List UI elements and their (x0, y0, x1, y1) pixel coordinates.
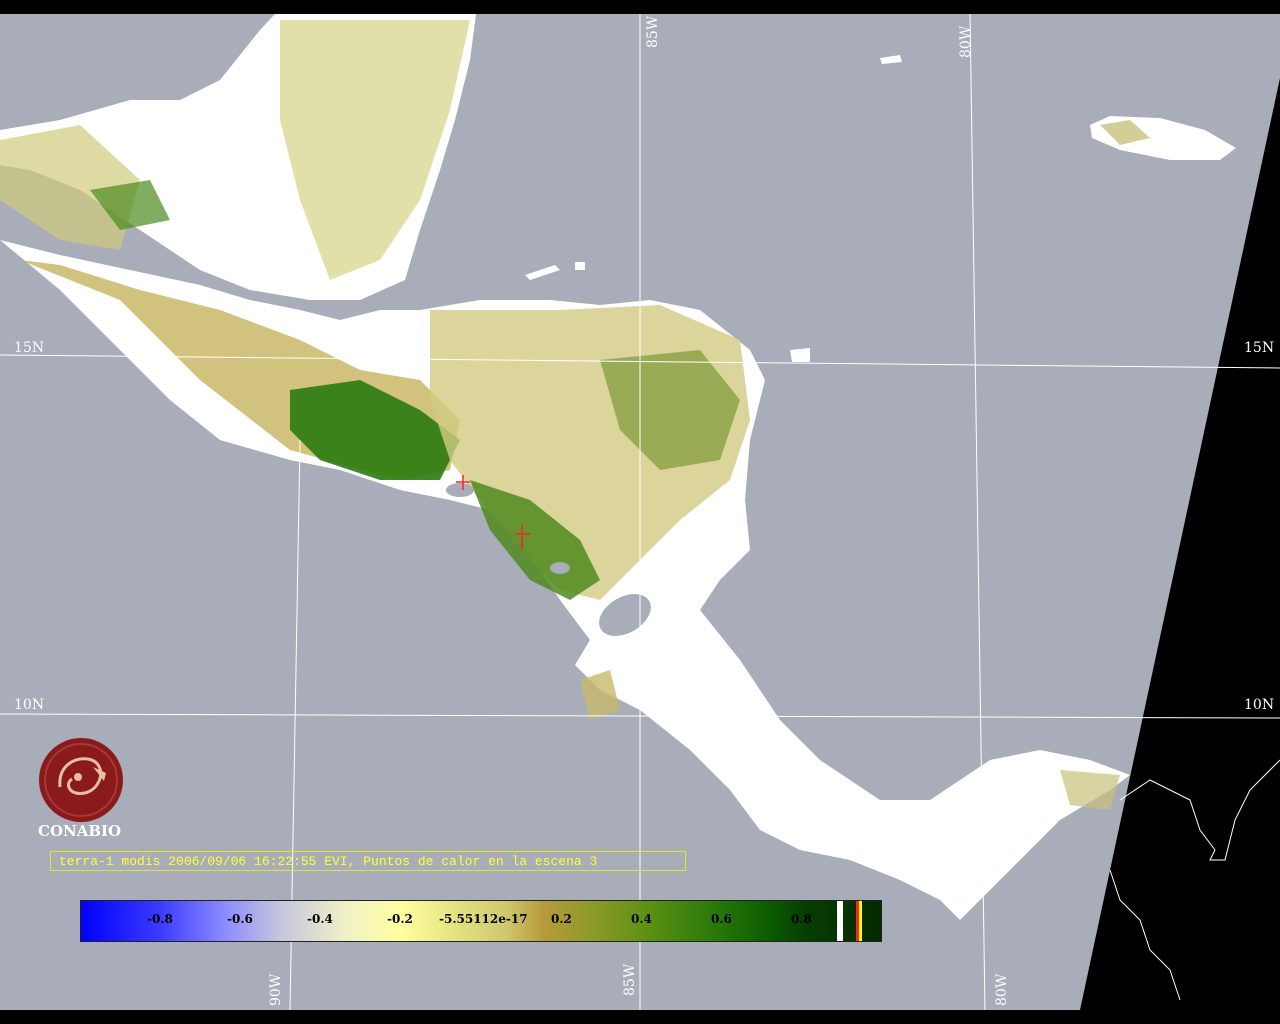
colorbar-yellow-swatch (859, 901, 862, 941)
lat-label-10n-right: 10N (1244, 697, 1275, 713)
colorbar-tick: -0.6 (227, 912, 253, 926)
gulf-fonseca (446, 483, 474, 497)
colorbar-tick: -0.8 (147, 912, 173, 926)
logo-text: CONABIO (38, 822, 122, 840)
lake-managua (550, 562, 570, 574)
conabio-logo (39, 738, 123, 822)
evi-colorbar: -0.8 -0.6 -0.4 -0.2 -5.55112e-17 0.2 0.4… (80, 900, 882, 942)
lat-label-10n-left: 10N (14, 697, 45, 713)
colorbar-tick: 0.4 (631, 912, 652, 926)
colorbar-tick: 0.8 (791, 912, 812, 926)
lat-label-15n-right: 15N (1244, 340, 1275, 356)
colorbar-tick: -0.2 (387, 912, 413, 926)
colorbar-tick: 0.6 (711, 912, 732, 926)
colorbar-tick: -0.4 (307, 912, 333, 926)
lon-label-90w-bottom: 90W (268, 973, 284, 1006)
lon-label-80w-top: 80W (958, 25, 974, 58)
cay-2 (790, 348, 810, 362)
colorbar-cloud-swatch (837, 901, 843, 941)
colorbar-tick: -5.55112e-17 (439, 912, 528, 926)
colorbar-tick: 0.2 (551, 912, 572, 926)
scene-caption: terra-1 modis 2006/09/06 16:22:55 EVI, P… (50, 851, 686, 871)
lon-label-85w-top: 85W (645, 15, 661, 48)
lon-label-85w-bottom: 85W (622, 963, 638, 996)
lon-label-80w-bottom: 80W (994, 973, 1010, 1006)
lat-label-15n-left: 15N (14, 340, 45, 356)
